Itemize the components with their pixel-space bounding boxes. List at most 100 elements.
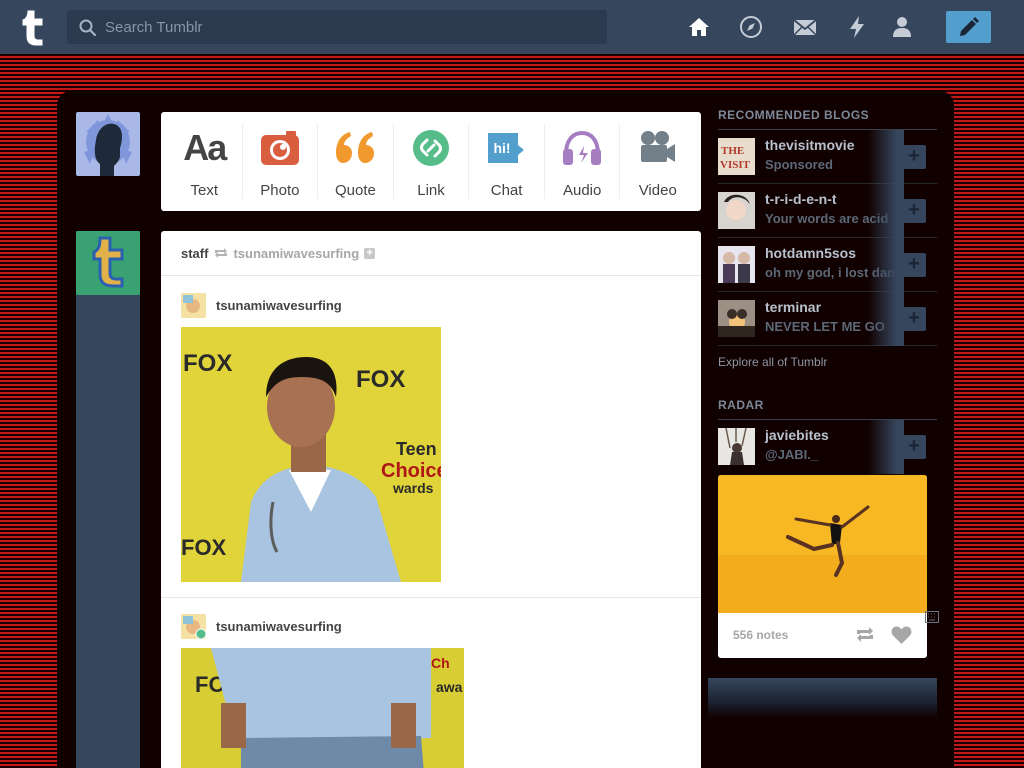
post-type-link-button[interactable]: Link	[394, 124, 470, 199]
reblog-icon[interactable]	[855, 626, 875, 643]
post-header: staff tsunamiwavesurfing +	[161, 231, 701, 276]
svg-text:Teen: Teen	[396, 439, 437, 459]
left-avatar-rail	[76, 231, 140, 768]
lightning-icon[interactable]	[845, 15, 869, 39]
post-author-link[interactable]: staff	[181, 246, 208, 261]
radar-photo[interactable]	[718, 475, 927, 613]
camera-icon	[260, 131, 299, 165]
keyboard-shortcuts-icon[interactable]	[925, 611, 939, 623]
blog-avatar[interactable]	[181, 292, 206, 318]
post-type-label: Video	[638, 182, 677, 199]
recommended-blog-item[interactable]: THE VISIT thevisitmovie Sponsored +	[718, 130, 937, 184]
reblog-blog-name[interactable]: tsunamiwavesurfing	[216, 298, 342, 313]
follow-button[interactable]: +	[902, 435, 926, 459]
post-source-link[interactable]: tsunamiwavesurfing	[233, 246, 359, 261]
photo-image	[718, 475, 927, 613]
avatar-image	[718, 246, 755, 283]
avatar-image	[718, 428, 755, 465]
reblog-trail-item: tsunamiwavesurfing	[181, 613, 342, 639]
headphones-icon	[563, 130, 602, 165]
tumblr-logo-icon[interactable]	[18, 7, 50, 47]
recommended-blog-item[interactable]: terminar NEVER LET ME GO +	[718, 292, 937, 346]
svg-text:Ch: Ch	[431, 655, 450, 671]
photo-image: FOX FOX FOX Teen Choice wards	[181, 327, 441, 582]
tumblr-t-logo-icon	[92, 236, 124, 288]
post-type-photo-button[interactable]: Photo	[243, 124, 319, 199]
post-type-label: Photo	[260, 182, 300, 199]
top-navigation-bar	[0, 0, 1024, 54]
heart-icon[interactable]	[891, 626, 912, 644]
chat-bubble-icon: hi!	[487, 133, 524, 163]
quote-marks-icon	[336, 132, 375, 163]
pencil-icon	[960, 17, 979, 36]
radar-heading: RADAR	[718, 398, 937, 420]
follow-button[interactable]: +	[902, 199, 926, 223]
video-camera-icon	[640, 131, 675, 162]
blog-name[interactable]: thevisitmovie	[765, 137, 854, 153]
svg-text:FOX: FOX	[356, 366, 405, 393]
blog-avatar[interactable]	[718, 300, 755, 337]
post-divider	[161, 597, 701, 598]
fade-overlay	[868, 238, 904, 292]
explore-all-link[interactable]: Explore all of Tumblr	[718, 355, 827, 369]
notes-count[interactable]: 556 notes	[733, 628, 788, 642]
compose-post-button[interactable]	[946, 11, 991, 43]
svg-text:wards: wards	[392, 480, 434, 496]
avatar-image	[718, 192, 755, 229]
sidebar-bottom-fade	[708, 678, 937, 718]
reblog-blog-name[interactable]: tsunamiwavesurfing	[216, 619, 342, 634]
blog-avatar[interactable]	[718, 192, 755, 229]
home-icon[interactable]	[687, 15, 711, 39]
post-photo[interactable]: FOX FOX FOX Teen Choice wards	[181, 327, 441, 582]
post-type-text-button[interactable]: Aa Text	[167, 124, 243, 199]
account-icon[interactable]	[890, 15, 914, 39]
recommended-blogs-heading: RECOMMENDED BLOGS	[718, 108, 937, 130]
svg-text:THE: THE	[721, 145, 744, 157]
svg-text:FOX: FOX	[183, 350, 232, 377]
blog-name[interactable]: t-r-i-d-e-n-t	[765, 191, 837, 207]
post-type-label: Audio	[562, 182, 602, 199]
radar-blog-item[interactable]: javiebites @JABI._ +	[718, 420, 937, 474]
follow-button[interactable]: +	[902, 145, 926, 169]
reblog-icon	[215, 248, 228, 258]
my-avatar[interactable]	[76, 112, 140, 176]
post-type-quote-button[interactable]: Quote	[318, 124, 394, 199]
default-avatar-silhouette-icon	[84, 114, 132, 176]
post-type-chat-button[interactable]: hi! Chat	[469, 124, 545, 199]
link-chain-icon	[413, 130, 450, 166]
search-box[interactable]	[67, 10, 607, 44]
avatar-image: THE VISIT	[718, 138, 755, 175]
compass-icon[interactable]	[739, 15, 763, 39]
follow-button[interactable]: +	[902, 307, 926, 331]
svg-text:awa: awa	[436, 679, 463, 695]
post-type-audio-button[interactable]: Audio	[545, 124, 621, 199]
post-photo[interactable]: FO Ch awa Teen	[181, 648, 464, 768]
recommended-blog-item[interactable]: t-r-i-d-e-n-t Your words are acid +	[718, 184, 937, 238]
blog-avatar[interactable]	[181, 613, 206, 639]
reblog-trail-item: tsunamiwavesurfing	[181, 292, 342, 318]
post-type-label: Chat	[490, 182, 523, 199]
blog-avatar[interactable]: THE VISIT	[718, 138, 755, 175]
search-input[interactable]	[105, 10, 595, 44]
dashboard-post: staff tsunamiwavesurfing + tsunamiwavesu…	[161, 231, 701, 768]
blog-name[interactable]: hotdamn5sos	[765, 245, 856, 261]
recommended-blog-item[interactable]: hotdamn5sos oh my god, i lost dan +	[718, 238, 937, 292]
fade-overlay	[868, 184, 904, 238]
post-type-label: Text	[190, 182, 219, 199]
follow-source-plus-icon[interactable]: +	[364, 247, 376, 259]
text-aa-icon: Aa	[183, 127, 227, 168]
blog-name[interactable]: terminar	[765, 299, 821, 315]
blog-name[interactable]: javiebites	[765, 427, 829, 443]
mail-icon[interactable]	[793, 15, 817, 39]
blog-avatar[interactable]	[718, 428, 755, 465]
photo-image: FO Ch awa Teen	[181, 648, 464, 768]
staff-avatar[interactable]	[76, 231, 140, 295]
radar-post-card: 556 notes	[718, 475, 927, 658]
avatar-image	[181, 292, 206, 318]
post-type-bar: Aa Text Photo Quote Link hi! Chat Audio …	[161, 112, 701, 211]
blog-avatar[interactable]	[718, 246, 755, 283]
follow-button[interactable]: +	[902, 253, 926, 277]
post-type-label: Quote	[335, 182, 376, 199]
post-type-video-button[interactable]: Video	[620, 124, 695, 199]
svg-text:VISIT: VISIT	[720, 159, 751, 171]
